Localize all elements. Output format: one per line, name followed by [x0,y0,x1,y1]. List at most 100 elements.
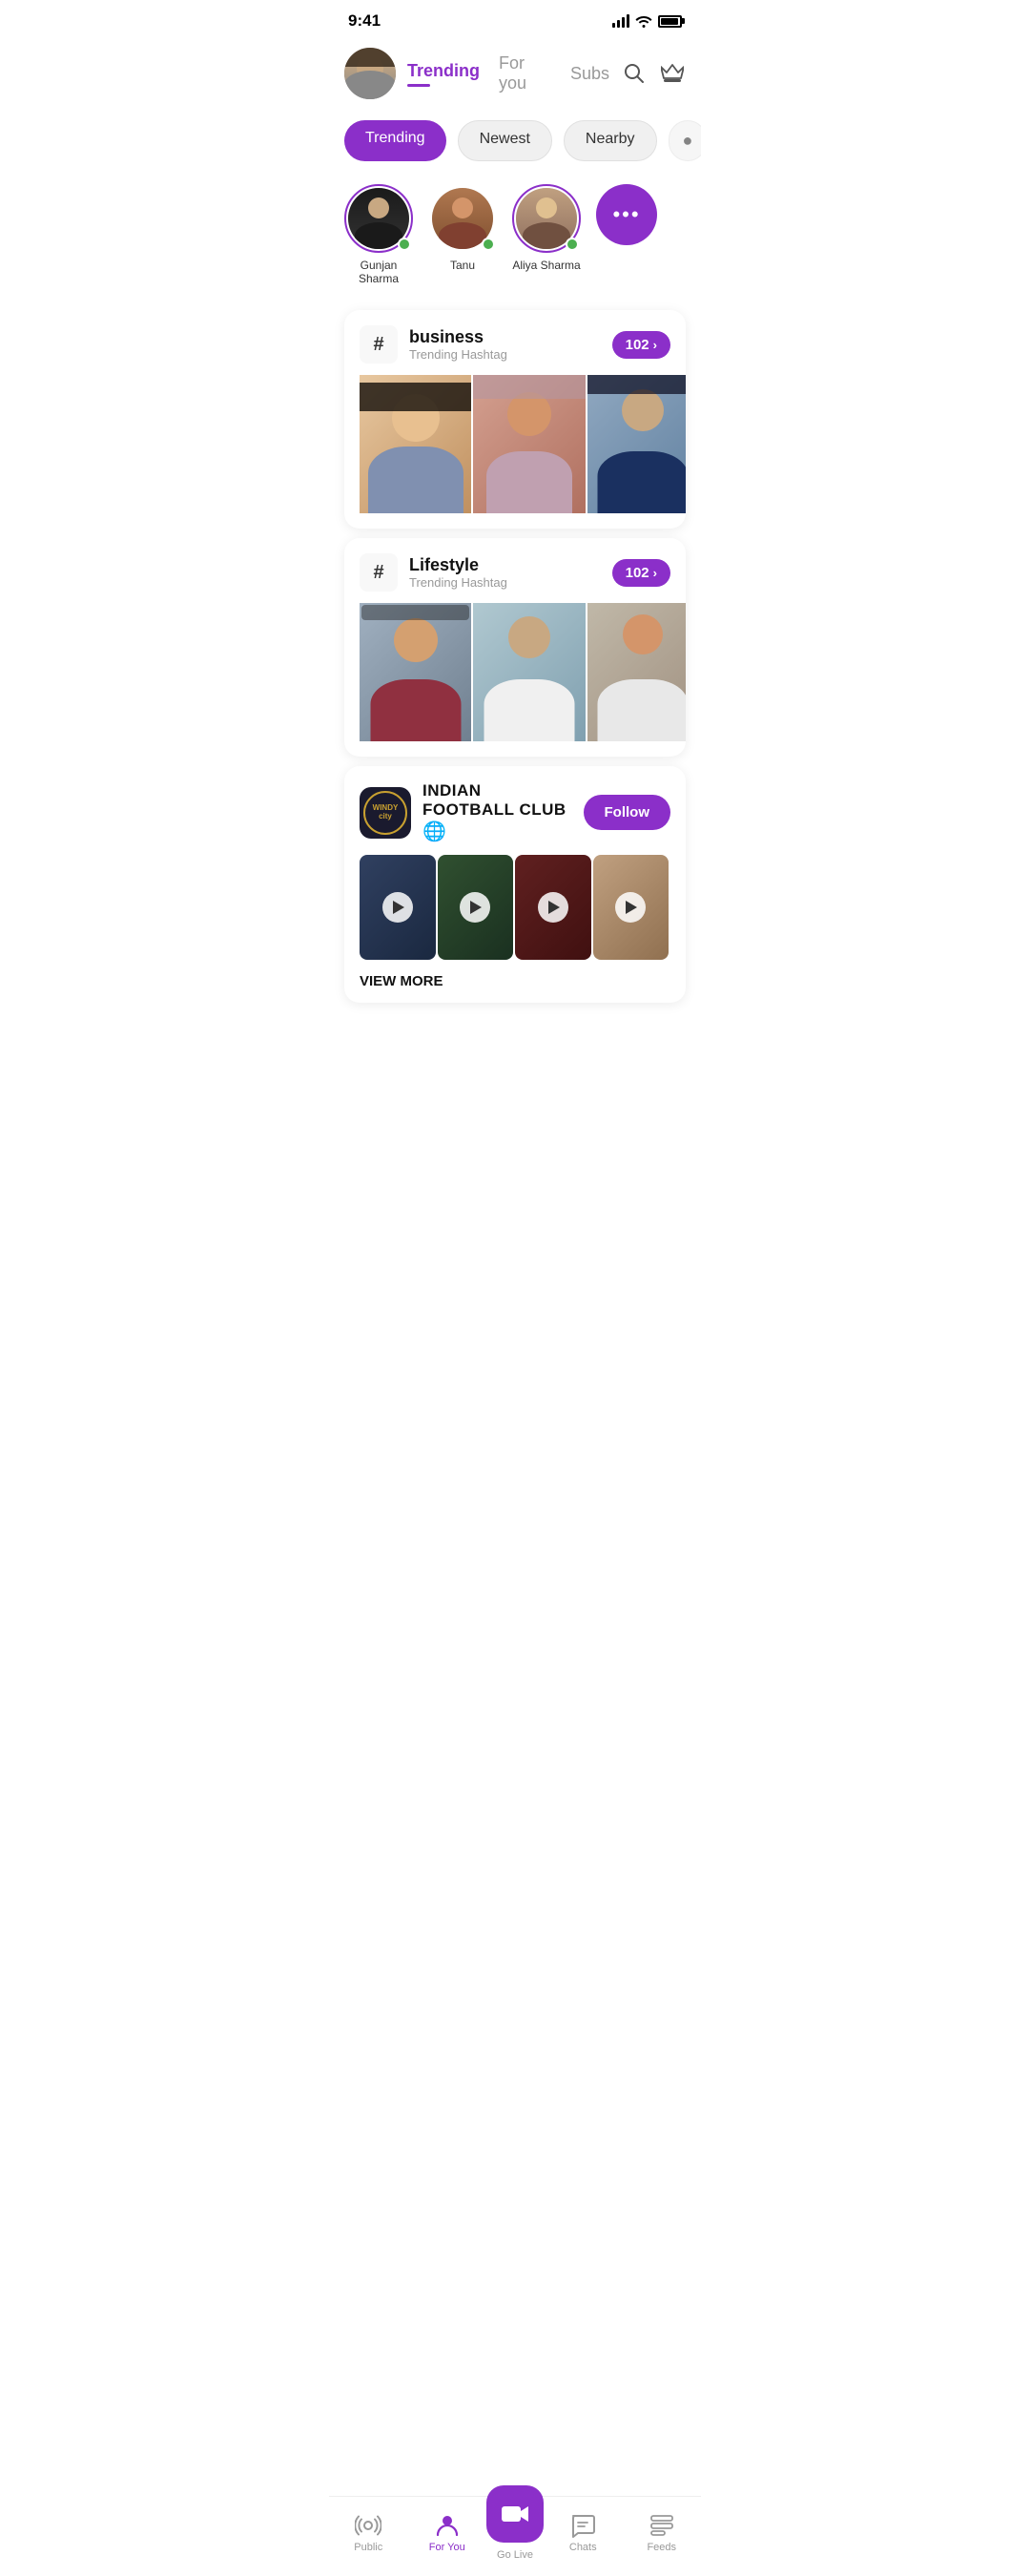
card-subtitle: Trending Hashtag [409,575,601,590]
story-more-button[interactable]: ••• [596,184,657,245]
tab-subs[interactable]: Subs [570,64,609,84]
story-item[interactable]: Aliya Sharma [512,184,581,285]
globe-icon: 🌐 [422,821,446,842]
play-icon [393,901,404,914]
club-name-block: INDIAN FOOTBALL CLUB 🌐 [422,781,572,843]
card-header: # business Trending Hashtag 102 › [344,310,686,375]
person-image [587,603,686,741]
play-icon [548,901,560,914]
tab-trending[interactable]: Trending [407,61,480,87]
online-indicator [566,238,579,251]
nav-item-for-you[interactable]: For You [408,2512,487,2553]
video-grid [344,855,686,960]
nav-label-feeds: Feeds [647,2542,676,2553]
club-card: WINDY city INDIAN FOOTBALL CLUB 🌐 Follow [344,766,686,1003]
story-name: Tanu [450,259,475,272]
play-icon [626,901,637,914]
grid-image-1[interactable] [360,603,471,741]
story-avatar-wrap [428,184,497,253]
club-logo-text-2: city [379,813,392,821]
grid-image-2[interactable] [473,603,585,741]
video-thumb-2[interactable] [438,855,514,960]
go-live-button[interactable] [486,2485,544,2543]
search-icon[interactable] [621,60,648,87]
avatar[interactable] [344,48,396,99]
story-more-item[interactable]: ••• [596,184,657,285]
card-count-badge[interactable]: 102 › [612,559,670,587]
nav-item-chats[interactable]: Chats [544,2512,623,2553]
count-label: 102 [626,337,649,353]
chat-icon [567,2512,598,2539]
hashtag-icon: # [360,553,398,592]
tab-for-you[interactable]: For you [499,53,551,93]
status-time: 9:41 [348,11,381,31]
nav-tabs: Trending For you Subs [407,53,609,93]
view-more-button[interactable]: VIEW MORE [344,960,686,1003]
play-button[interactable] [615,892,646,923]
nav-label-go-live: Go Live [497,2549,533,2561]
card-count-badge[interactable]: 102 › [612,331,670,359]
person-image [473,375,585,513]
online-indicator [482,238,495,251]
person-image [473,603,585,741]
grid-image-3[interactable] [587,375,686,513]
battery-icon [658,15,682,28]
feeds-icon [647,2512,677,2539]
count-label: 102 [626,565,649,581]
video-thumb-1[interactable] [360,855,436,960]
video-thumb-4[interactable] [593,855,670,960]
person-image [360,375,471,513]
image-grid [344,603,686,757]
card-header: # Lifestyle Trending Hashtag 102 › [344,538,686,603]
club-header: WINDY city INDIAN FOOTBALL CLUB 🌐 Follow [344,766,686,855]
person-icon [432,2512,463,2539]
nav-item-feeds[interactable]: Feeds [623,2512,702,2553]
stories-row: Gunjan Sharma Tanu [329,177,701,301]
story-item[interactable]: Tanu [428,184,497,285]
person-image [360,603,471,741]
grid-image-3[interactable] [587,603,686,741]
nav-label-chats: Chats [569,2542,597,2553]
play-icon [470,901,482,914]
card-title-block: Lifestyle Trending Hashtag [409,555,601,590]
card-subtitle: Trending Hashtag [409,347,601,362]
grid-image-1[interactable] [360,375,471,513]
play-button[interactable] [538,892,568,923]
status-icons [612,14,682,28]
nav-item-go-live[interactable]: Go Live [486,2504,544,2561]
nav-item-public[interactable]: Public [329,2512,408,2553]
play-button[interactable] [382,892,413,923]
person-image [587,375,686,513]
filter-nearby[interactable]: Nearby [564,120,657,161]
chevron-right-icon: › [653,338,657,352]
lifestyle-hashtag-card: # Lifestyle Trending Hashtag 102 › [344,538,686,757]
header-icons [621,60,686,87]
hashtag-icon: # [360,325,398,364]
chevron-right-icon: › [653,566,657,580]
filter-more[interactable]: ● [669,120,702,161]
follow-button[interactable]: Follow [584,795,671,830]
filter-trending[interactable]: Trending [344,120,446,161]
crown-icon[interactable] [659,60,686,87]
play-button[interactable] [460,892,490,923]
online-indicator [398,238,411,251]
story-name: Aliya Sharma [512,259,580,272]
status-bar: 9:41 [329,0,701,38]
filter-newest[interactable]: Newest [458,120,552,161]
video-thumb-3[interactable] [515,855,591,960]
filter-row: Trending Newest Nearby ● [329,113,701,177]
card-title: business [409,327,601,347]
business-hashtag-card: # business Trending Hashtag 102 › [344,310,686,529]
story-avatar-wrap [512,184,581,253]
club-logo: WINDY city [360,787,411,839]
card-title-block: business Trending Hashtag [409,327,601,362]
club-logo-inner: WINDY city [363,791,407,835]
grid-image-2[interactable] [473,375,585,513]
story-avatar-wrap [344,184,413,253]
more-dots-label: ••• [612,202,640,227]
header: Trending For you Subs [329,38,701,113]
bottom-nav: Public For You Go Live [329,2496,701,2576]
club-name: INDIAN FOOTBALL CLUB [422,781,572,820]
card-title: Lifestyle [409,555,601,575]
story-item[interactable]: Gunjan Sharma [344,184,413,285]
